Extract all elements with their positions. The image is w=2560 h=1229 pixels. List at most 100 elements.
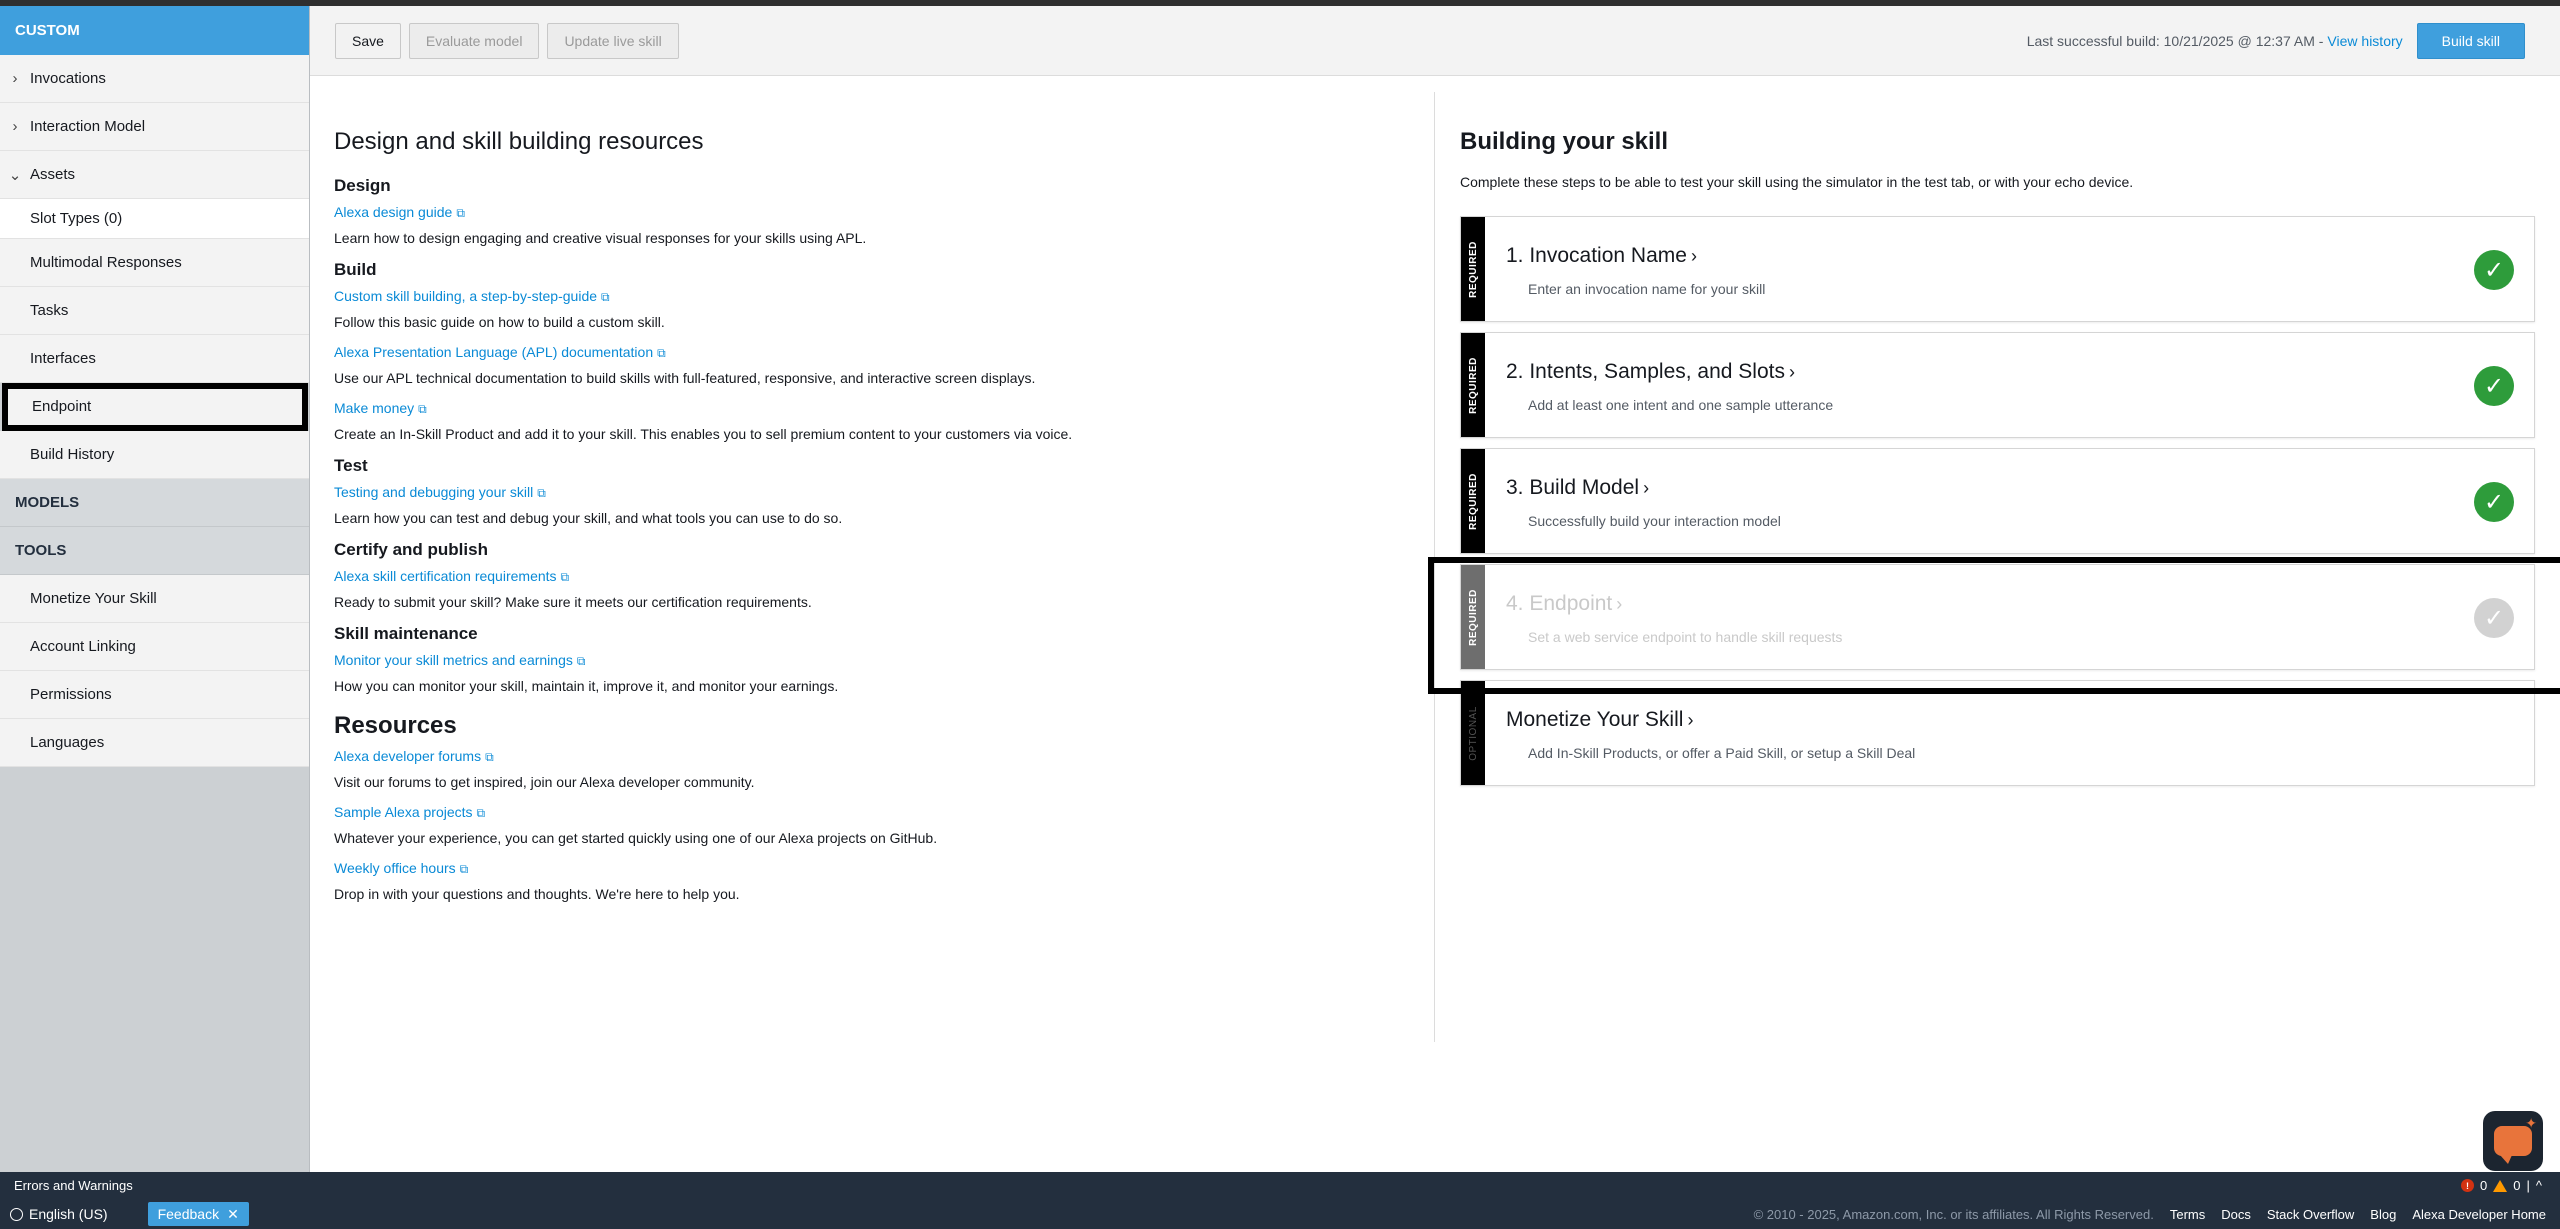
sidebar-custom-header[interactable]: CUSTOM — [0, 6, 309, 55]
link-label: Testing and debugging your skill — [334, 484, 534, 500]
sidebar-item-endpoint[interactable]: Endpoint — [2, 383, 308, 431]
sidebar-item-multimodal-responses[interactable]: Multimodal Responses — [0, 239, 309, 287]
sidebar-item-label: Monetize Your Skill — [30, 590, 157, 607]
section-build: Build Custom skill building, a step-by-s… — [334, 260, 1394, 442]
step-title[interactable]: 3. Build Model › — [1506, 476, 1649, 500]
build-status: Last successful build: 10/21/2025 @ 12:3… — [2027, 6, 2525, 76]
step-title[interactable]: 4. Endpoint › — [1506, 592, 1622, 616]
sidebar-item-languages[interactable]: Languages — [0, 719, 309, 767]
building-title: Building your skill — [1460, 128, 1669, 155]
footer-link-stack-overflow[interactable]: Stack Overflow — [2267, 1207, 2354, 1222]
step-sub: Enter an invocation name for your skill — [1528, 281, 1766, 297]
check-icon: ✓ — [2474, 598, 2514, 638]
sidebar-item-label: Interfaces — [30, 350, 96, 367]
resources-title: Design and skill building resources — [334, 128, 704, 155]
resources-heading: Resources — [334, 712, 457, 739]
footer-link-docs[interactable]: Docs — [2221, 1207, 2251, 1222]
sidebar-item-label: Build History — [30, 446, 115, 463]
sidebar-item-slot-types[interactable]: Slot Types (0) — [0, 199, 309, 239]
section-resources: Alexa developer forums ⧉ Visit our forums… — [334, 748, 1394, 902]
building-desc: Complete these steps to be able to test … — [1460, 174, 2134, 190]
build-skill-button[interactable]: Build skill — [2416, 23, 2525, 59]
external-link-icon: ⧉ — [459, 862, 469, 876]
save-button[interactable]: Save — [335, 22, 401, 59]
step-endpoint[interactable]: REQUIRED 4. Endpoint › Set a web service … — [1460, 564, 2535, 670]
resource-link[interactable]: Testing and debugging your skill ⧉ — [334, 484, 1394, 501]
error-count: 0 — [2480, 1178, 2488, 1193]
sidebar-item-invocations[interactable]: › Invocations — [0, 55, 309, 103]
link-label: Make money — [334, 400, 415, 416]
evaluate-model-button[interactable]: Evaluate model — [408, 22, 540, 59]
chevron-right-icon: › — [1789, 362, 1795, 382]
building-panel: Building your skill Complete these steps… — [1460, 128, 2535, 796]
sidebar-section-models[interactable]: MODELS — [0, 479, 309, 527]
resource-desc: Learn how to design engaging and creativ… — [334, 230, 867, 246]
sidebar-item-assets[interactable]: ⌄ Assets — [0, 151, 309, 199]
resource-link[interactable]: Alexa skill certification requirements ⧉ — [334, 568, 1394, 585]
step-title[interactable]: 1. Invocation Name › — [1506, 244, 1697, 268]
external-link-icon: ⧉ — [537, 486, 546, 500]
step-invocation-name[interactable]: REQUIRED 1. Invocation Name › Enter an in… — [1460, 216, 2535, 322]
section-heading: Certify and publish — [334, 540, 488, 559]
footer-link-blog[interactable]: Blog — [2370, 1207, 2396, 1222]
errors-warnings-bar[interactable]: Errors and Warnings ! 0 0 | ^ — [0, 1172, 2560, 1199]
step-intents[interactable]: REQUIRED 2. Intents, Samples, and Slots ›… — [1460, 332, 2535, 438]
section-test: Test Testing and debugging your skill ⧉ L… — [334, 456, 1394, 526]
resource-link[interactable]: Alexa Presentation Language (APL) docume… — [334, 344, 1394, 361]
sidebar: CUSTOM › Invocations › Interaction Model… — [0, 6, 310, 1172]
chat-icon[interactable]: ✦ — [2483, 1111, 2543, 1171]
sidebar-item-label: Assets — [30, 166, 76, 183]
step-build-model[interactable]: REQUIRED 3. Build Model › Successfully bu… — [1460, 448, 2535, 554]
sidebar-item-label: Tasks — [30, 302, 69, 319]
link-label: Alexa developer forums — [334, 748, 482, 764]
sidebar-item-label: Permissions — [30, 686, 112, 703]
language-label: English (US) — [29, 1206, 108, 1222]
link-label: Weekly office hours — [334, 860, 456, 876]
resource-link[interactable]: Custom skill building, a step-by-step-gu… — [334, 288, 1394, 305]
footer: English (US) Feedback ✕ © 2010 - 2025, A… — [0, 1199, 2560, 1229]
link-label: Custom skill building, a step-by-step-gu… — [334, 288, 598, 304]
link-label: Alexa skill certification requirements — [334, 568, 557, 584]
footer-link-alexa-home[interactable]: Alexa Developer Home — [2412, 1207, 2546, 1222]
sidebar-item-permissions[interactable]: Permissions — [0, 671, 309, 719]
resource-link[interactable]: Make money ⧉ — [334, 400, 1394, 417]
update-live-skill-button[interactable]: Update live skill — [547, 22, 679, 59]
errors-warnings-label[interactable]: Errors and Warnings — [14, 1178, 133, 1193]
feedback-button[interactable]: Feedback ✕ — [147, 1202, 249, 1226]
resource-link[interactable]: Alexa developer forums ⧉ — [334, 748, 1394, 765]
resource-desc: Follow this basic guide on how to build … — [334, 314, 665, 330]
resource-link[interactable]: Monitor your skill metrics and earnings ⧉ — [334, 652, 1394, 669]
sidebar-item-tasks[interactable]: Tasks — [0, 287, 309, 335]
link-label: Alexa Presentation Language (APL) docume… — [334, 344, 654, 360]
language-selector[interactable]: English (US) — [10, 1206, 108, 1222]
step-title[interactable]: Monetize Your Skill › — [1506, 708, 1693, 732]
footer-link-terms[interactable]: Terms — [2170, 1207, 2205, 1222]
resource-desc: Ready to submit your skill? Make sure it… — [334, 594, 812, 610]
sidebar-item-interfaces[interactable]: Interfaces — [0, 335, 309, 383]
view-history-link[interactable]: View history — [2327, 33, 2402, 49]
external-link-icon: ⧉ — [576, 654, 586, 668]
step-sub: Add In-Skill Products, or offer a Paid S… — [1528, 745, 1916, 761]
sidebar-item-interaction-model[interactable]: › Interaction Model — [0, 103, 309, 151]
sidebar-item-build-history[interactable]: Build History — [0, 431, 309, 479]
sidebar-item-monetize[interactable]: Monetize Your Skill — [0, 575, 309, 623]
sidebar-section-tools[interactable]: TOOLS — [0, 527, 309, 575]
link-label: Sample Alexa projects — [334, 804, 473, 820]
step-monetize[interactable]: OPTIONAL Monetize Your Skill › Add In-Ski… — [1460, 680, 2535, 786]
resource-desc: Learn how you can test and debug your sk… — [334, 510, 843, 526]
chevron-right-icon: › — [1616, 594, 1623, 614]
resource-link[interactable]: Alexa design guide ⧉ — [334, 204, 1394, 221]
column-divider — [1434, 92, 1435, 1042]
sidebar-item-label: Account Linking — [30, 638, 136, 655]
close-icon[interactable]: ✕ — [227, 1206, 239, 1223]
resource-link[interactable]: Sample Alexa projects ⧉ — [334, 804, 1394, 821]
sidebar-item-label: Interaction Model — [30, 118, 146, 135]
external-link-icon: ⧉ — [560, 570, 570, 584]
chevron-up-icon[interactable]: ^ — [2536, 1178, 2542, 1193]
check-icon: ✓ — [2474, 250, 2514, 290]
resource-link[interactable]: Weekly office hours ⧉ — [334, 860, 1394, 877]
separator: | — [2526, 1178, 2530, 1193]
sidebar-item-account-linking[interactable]: Account Linking — [0, 623, 309, 671]
step-title[interactable]: 2. Intents, Samples, and Slots › — [1506, 360, 1795, 384]
resource-desc: Visit our forums to get inspired, join o… — [334, 774, 755, 790]
